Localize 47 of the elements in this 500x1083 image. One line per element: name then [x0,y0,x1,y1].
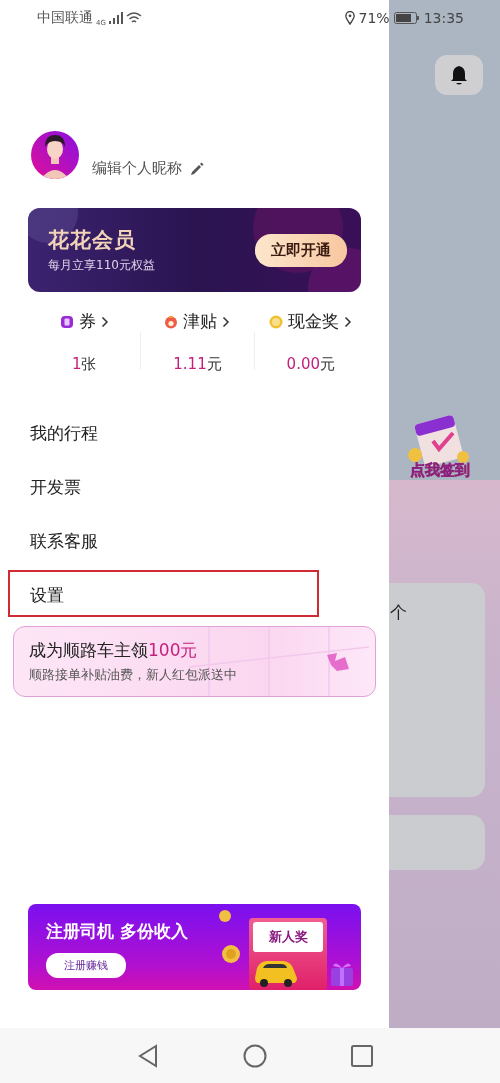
envelope-label: 新人奖 [253,922,323,952]
clock: 13:35 [423,10,464,26]
driver-banner[interactable]: 注册司机 多份收入 注册赚钱 新人奖 [28,904,361,990]
location-icon [344,11,355,25]
stat-item[interactable]: 现金奖 0.00元 [254,310,367,374]
chevron-icon [222,315,231,328]
card-text: 个 [389,601,408,624]
stat-item[interactable]: 券 1张 [28,310,141,374]
sign-in-label: 点我签到 [410,461,470,480]
recents-icon [351,1044,373,1067]
back-icon [137,1043,159,1068]
menu-item[interactable]: 设置 [8,570,319,617]
carrier-name: 中国联通 [37,9,93,27]
bell-icon [449,64,469,86]
banner-title: 注册司机 多份收入 [46,920,188,943]
promo-title: 成为顺路车主领100元 [29,639,199,662]
ticket-icon [59,314,74,329]
stat-label: 券 [78,310,96,333]
home-icon [243,1043,267,1068]
promo-subtitle: 顺路接单补贴油费，新人红包派送中 [29,666,237,684]
stat-item[interactable]: 津贴 1.11元 [141,310,254,374]
pencil-icon [190,161,204,176]
menu-item[interactable]: 开发票 [8,462,319,509]
driver-promo-card[interactable]: 成为顺路车主领100元 顺路接单补贴油费，新人红包派送中 [13,626,376,697]
stat-label: 现金奖 [288,310,340,333]
register-button[interactable]: 注册赚钱 [46,953,126,978]
battery-icon [393,12,420,24]
stat-value: 1张 [71,355,97,374]
stat-label: 津贴 [183,310,218,333]
money-bag-icon [164,314,179,329]
coin-icon [269,314,284,329]
wifi-icon [125,12,142,24]
menu-item[interactable]: 我的行程 [8,408,319,455]
membership-subtitle: 每月立享110元权益 [48,257,155,274]
stat-value: 1.11元 [173,355,222,374]
avatar-icon [30,130,80,180]
activate-button[interactable]: 立即开通 [255,233,347,267]
sign-in-badge[interactable]: 点我签到 [395,411,485,480]
membership-title: 花花会员 [48,227,137,254]
chevron-icon [344,315,353,328]
signal-icon [108,12,123,24]
notification-button[interactable] [435,55,483,95]
menu-item[interactable]: 联系客服 [8,516,319,563]
stat-value: 0.00元 [286,355,335,374]
nickname-prompt[interactable]: 编辑个人昵称 [92,159,182,178]
chevron-icon [100,315,109,328]
battery-percent: 71% [358,10,390,26]
